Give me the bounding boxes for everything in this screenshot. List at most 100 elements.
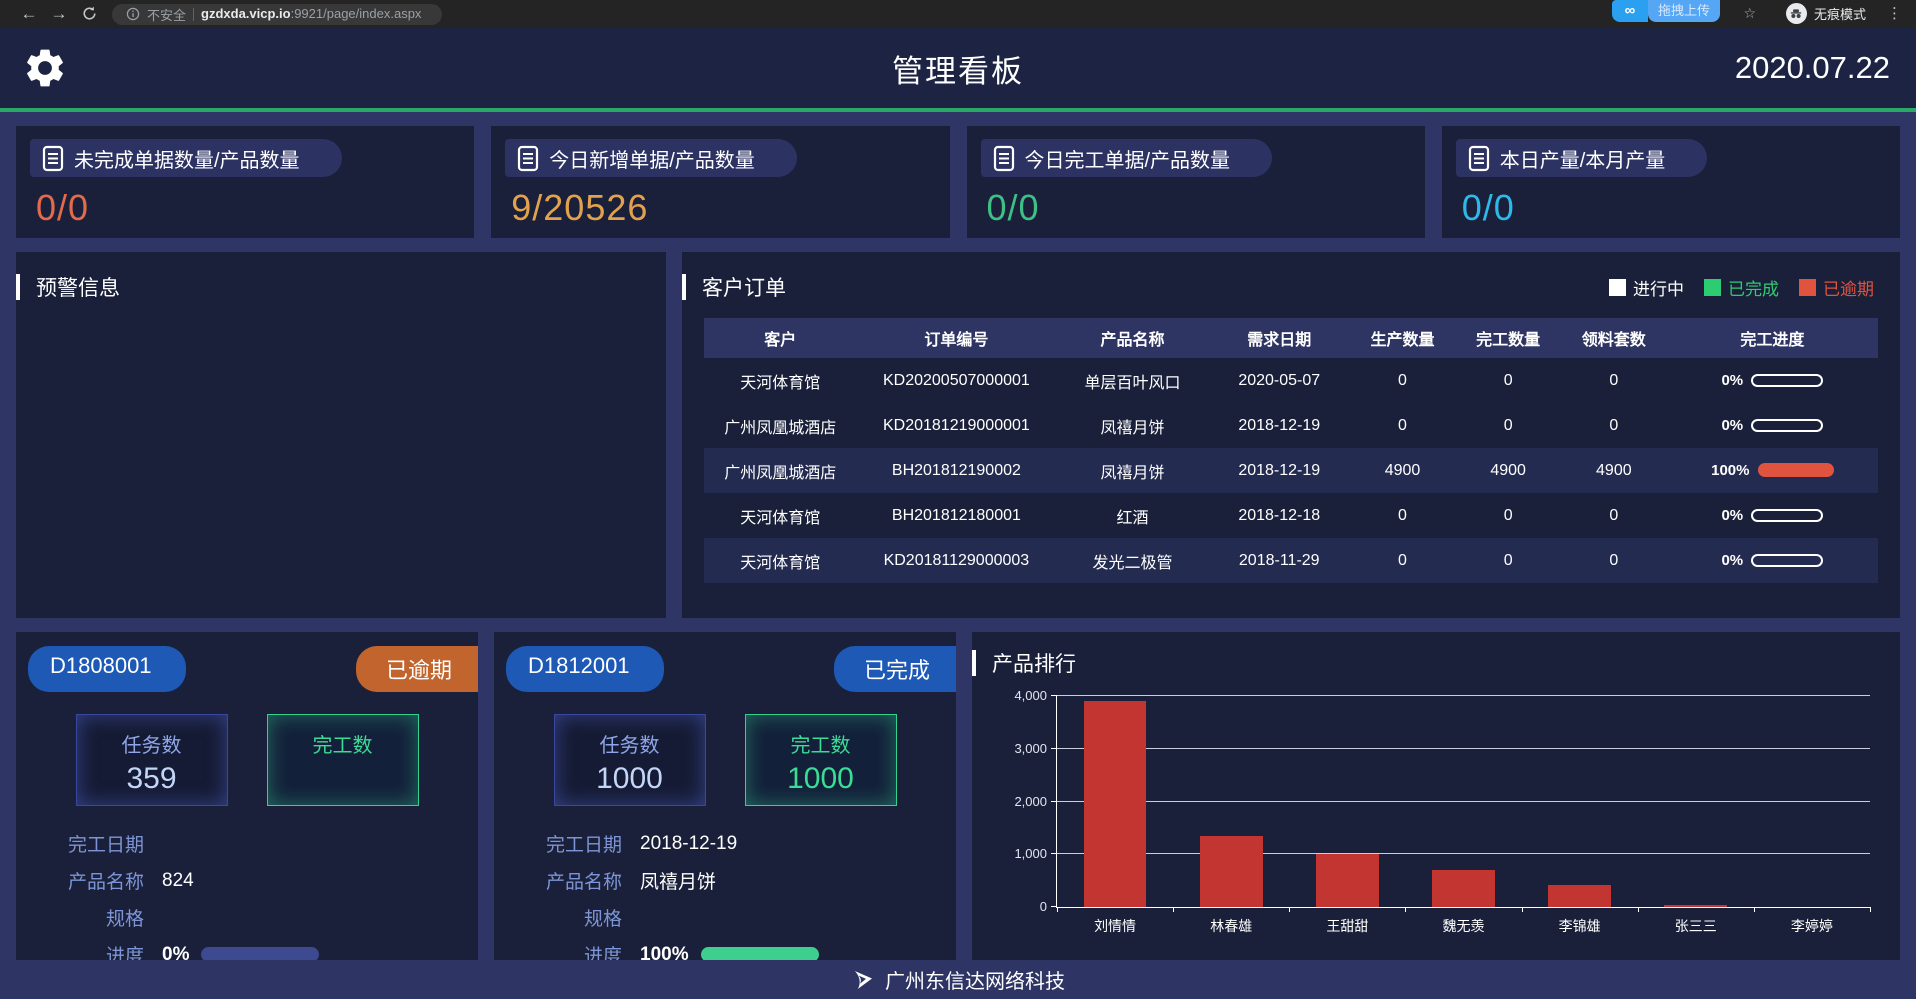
legend-item[interactable]: 进行中	[1609, 275, 1684, 300]
progress-percent: 0%	[1721, 372, 1743, 389]
done-count-label: 完工数	[268, 729, 418, 758]
orders-table-row: 天河体育馆KD20200507000001单层百叶风口2020-05-07000…	[704, 358, 1878, 403]
orders-column-header: 完工进度	[1667, 318, 1878, 358]
stat-card: 未完成单据数量/产品数量 0/0	[16, 126, 474, 238]
company-name: 广州东信达网络科技	[885, 965, 1065, 994]
x-axis-tick	[1405, 907, 1406, 912]
stat-label: 今日新增单据/产品数量	[549, 144, 755, 173]
done-count-value: 1000	[746, 762, 896, 796]
chart-bar-slot: 王甜甜	[1289, 696, 1405, 907]
done-count-label: 完工数	[746, 729, 896, 758]
chart-title: 产品排行	[992, 648, 1076, 678]
orders-header-row: 客户订单编号产品名称需求日期生产数量完工数量领料套数完工进度	[704, 318, 1878, 358]
orders-cell-done-qty: 0	[1455, 538, 1561, 583]
legend-item[interactable]: 已逾期	[1799, 275, 1874, 300]
orders-cell-order-no: KD20200507000001	[857, 358, 1057, 403]
x-axis-tick	[1173, 907, 1174, 912]
x-axis-tick	[1870, 907, 1871, 912]
extension-badge-label: 拖拽上传	[1648, 0, 1720, 22]
header-date: 2020.07.22	[1735, 50, 1890, 86]
x-axis-label: 李婷婷	[1754, 916, 1870, 936]
incognito-label: 无痕模式	[1814, 4, 1866, 23]
chart-bar-slot: 林春雄	[1173, 696, 1289, 907]
reload-icon[interactable]	[74, 0, 104, 28]
orders-cell-order-no: KD20181219000001	[857, 403, 1057, 448]
orders-cell-done-qty: 0	[1455, 403, 1561, 448]
x-axis-label: 李锦雄	[1522, 916, 1638, 936]
task-count-value: 1000	[555, 762, 705, 796]
company-logo-icon	[851, 968, 875, 992]
incognito-badge[interactable]: 无痕模式	[1786, 3, 1866, 24]
orders-cell-prod-qty: 0	[1350, 403, 1456, 448]
y-axis-label: 1,000	[983, 846, 1047, 861]
field-label: 完工日期	[16, 830, 144, 857]
orders-column-header: 生产数量	[1350, 318, 1456, 358]
url-text: gzdxda.vicp.io:9921/page/index.aspx	[201, 5, 421, 23]
task-card: D1808001 已逾期 任务数 359 完工数 完工日期 产品名称824 规格…	[16, 632, 478, 960]
address-bar[interactable]: 不安全 gzdxda.vicp.io:9921/page/index.aspx	[112, 4, 442, 25]
done-count-box: 完工数	[267, 714, 419, 806]
progress-percent: 100%	[1711, 462, 1749, 479]
progress-percent: 0%	[1721, 507, 1743, 524]
chart-bar-slot: 李婷婷	[1754, 696, 1870, 907]
forward-icon[interactable]: →	[44, 0, 74, 28]
task-status-badge: 已逾期	[356, 646, 478, 692]
legend-swatch-icon	[1609, 279, 1626, 296]
orders-column-header: 完工数量	[1455, 318, 1561, 358]
orders-cell-material-sets: 4900	[1561, 448, 1667, 493]
stat-label-pill: 今日完工单据/产品数量	[981, 139, 1273, 177]
y-axis-label: 4,000	[983, 688, 1047, 703]
legend-label: 进行中	[1633, 275, 1684, 300]
field-value: 凤禧月饼	[640, 867, 716, 894]
warning-panel: 预警信息	[16, 252, 666, 618]
done-count-box: 完工数 1000	[745, 714, 897, 806]
bookmark-star-icon[interactable]: ☆	[1743, 5, 1756, 22]
orders-cell-prod-qty: 0	[1350, 538, 1456, 583]
stat-label: 今日完工单据/产品数量	[1025, 144, 1231, 173]
orders-cell-material-sets: 0	[1561, 538, 1667, 583]
orders-cell-product: 单层百叶风口	[1056, 358, 1209, 403]
browser-menu-icon[interactable]: ⋮	[1887, 4, 1902, 22]
orders-cell-order-no: BH201812190002	[857, 448, 1057, 493]
stat-label-pill: 本日产量/本月产量	[1456, 139, 1708, 177]
progress-bar	[1751, 419, 1823, 432]
stat-label-pill: 未完成单据数量/产品数量	[30, 139, 342, 177]
legend-swatch-icon	[1704, 279, 1721, 296]
field-label: 规格	[494, 904, 622, 931]
orders-cell-date: 2020-05-07	[1209, 358, 1350, 403]
y-axis-label: 2,000	[983, 794, 1047, 809]
orders-cell-prod-qty: 4900	[1350, 448, 1456, 493]
stat-card: 今日完工单据/产品数量 0/0	[967, 126, 1425, 238]
legend-label: 已逾期	[1823, 275, 1874, 300]
orders-cell-material-sets: 0	[1561, 493, 1667, 538]
orders-cell-product: 红酒	[1056, 493, 1209, 538]
document-icon	[993, 145, 1015, 172]
orders-cell-customer: 天河体育馆	[704, 358, 857, 403]
legend-item[interactable]: 已完成	[1704, 275, 1779, 300]
x-axis-tick	[1522, 907, 1523, 912]
orders-column-header: 领料套数	[1561, 318, 1667, 358]
field-label: 完工日期	[494, 830, 622, 857]
orders-legend: 进行中已完成 已逾期	[1609, 275, 1874, 300]
y-axis-label: 0	[983, 899, 1047, 914]
chart-bar-slot: 李锦雄	[1522, 696, 1638, 907]
product-ranking-panel: 产品排行 01,0002,0003,0004,000刘情情林春雄王甜甜魏无羡李锦…	[972, 632, 1900, 960]
orders-cell-progress: 0%	[1667, 493, 1878, 538]
x-axis-tick	[1638, 907, 1639, 912]
back-icon[interactable]: ←	[14, 0, 44, 28]
orders-table-row: 广州凤凰城酒店BH201812190002凤禧月饼2018-12-1949004…	[704, 448, 1878, 493]
orders-table-row: 天河体育馆KD20181129000003发光二极管2018-11-290000…	[704, 538, 1878, 583]
orders-column-header: 订单编号	[857, 318, 1057, 358]
field-label: 规格	[16, 904, 144, 931]
orders-cell-done-qty: 0	[1455, 493, 1561, 538]
orders-cell-order-no: BH201812180001	[857, 493, 1057, 538]
x-axis-label: 刘情情	[1057, 916, 1173, 936]
x-axis-label: 魏无羡	[1405, 916, 1521, 936]
drag-upload-extension-badge[interactable]: ∞ 拖拽上传	[1612, 0, 1720, 22]
chart-bar	[1548, 885, 1611, 907]
stats-row: 未完成单据数量/产品数量 0/0 今日新增单据/产品数量 9/20526 今日完…	[16, 126, 1900, 238]
chart-bar	[1432, 870, 1495, 907]
stat-card: 今日新增单据/产品数量 9/20526	[491, 126, 949, 238]
progress-bar	[1751, 554, 1823, 567]
legend-swatch-icon	[1799, 279, 1816, 296]
